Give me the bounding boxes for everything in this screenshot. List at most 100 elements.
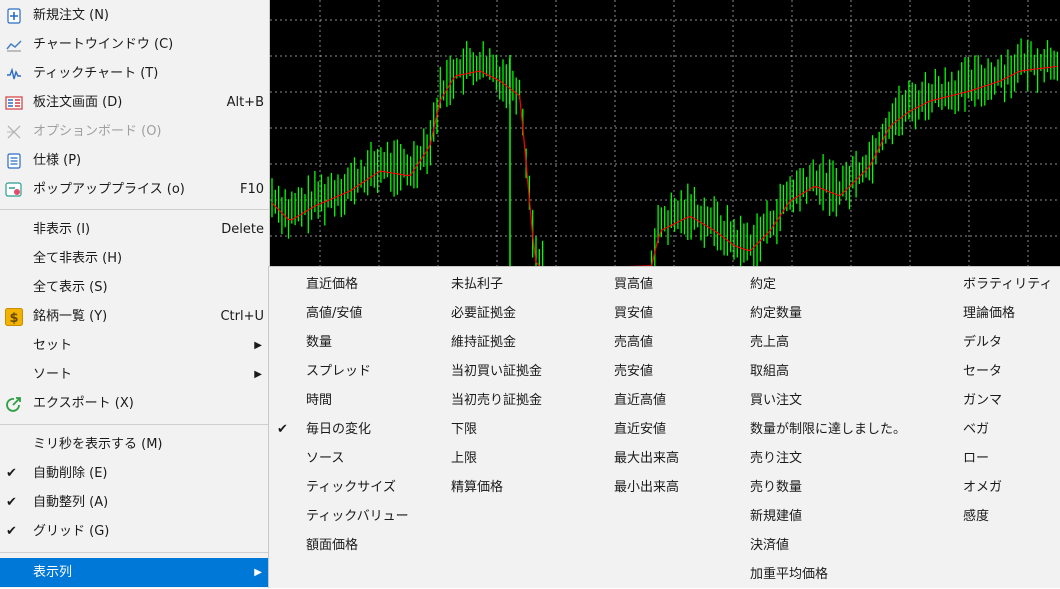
column-option[interactable]: 売り注文: [750, 444, 906, 473]
submenu-arrow-icon: ▶: [254, 567, 262, 578]
column-option-label: 売上高: [750, 335, 790, 350]
chart-window-icon: [5, 36, 23, 54]
column-option[interactable]: 維持証拠金: [451, 328, 542, 357]
column-option-label: デルタ: [963, 335, 1003, 350]
svg-text:$: $: [9, 311, 18, 326]
menu-item-columns[interactable]: 表示列 ▶: [0, 558, 269, 587]
column-option[interactable]: 直近価格: [306, 270, 409, 299]
column-option[interactable]: 売り数量: [750, 473, 906, 502]
column-option[interactable]: 取組高: [750, 357, 906, 386]
column-group-1: 直近価格高値/安値 数量 スプレッド時間 ✔ 毎日の変化 ソース ティックサイズ ティックバリ…: [277, 270, 409, 560]
column-option[interactable]: 理論価格: [963, 299, 1052, 328]
column-option[interactable]: 感度: [963, 502, 1052, 531]
column-option-label: 売高値: [614, 335, 654, 350]
column-option[interactable]: 精算価格: [451, 473, 542, 502]
menu-item-label: 表示列: [33, 565, 73, 580]
column-option[interactable]: 高値/安値: [306, 299, 409, 328]
menu-item-order-book[interactable]: 板注文画面 (D) Alt+B: [0, 88, 269, 117]
shortcut-label: Delete: [221, 222, 264, 237]
tick-chart-icon: [5, 65, 23, 83]
menu-item-hide[interactable]: 非表示 (I) Delete: [0, 215, 269, 244]
option-board-icon: [5, 123, 23, 141]
column-option[interactable]: 数量が制限に達しました。: [750, 415, 906, 444]
menu-item-grid[interactable]: ✔ グリッド (G): [0, 517, 269, 546]
menu-item-show-milliseconds[interactable]: ミリ秒を表示する (M): [0, 430, 269, 459]
column-option-label: ロー: [963, 451, 990, 466]
check-icon: ✔: [6, 524, 17, 539]
menu-item-label: オプションボード (O): [33, 124, 162, 139]
column-option[interactable]: 当初売り証拠金: [451, 386, 542, 415]
column-option[interactable]: 必要証拠金: [451, 299, 542, 328]
column-option[interactable]: ボラティリティ: [963, 270, 1052, 299]
column-option[interactable]: ティックサイズ: [306, 473, 409, 502]
column-option[interactable]: ベガ: [963, 415, 1052, 444]
column-option[interactable]: 加重平均価格: [750, 560, 906, 589]
column-option[interactable]: 当初買い証拠金: [451, 357, 542, 386]
column-option[interactable]: ロー: [963, 444, 1052, 473]
column-option[interactable]: 約定数量: [750, 299, 906, 328]
column-option[interactable]: 買高値: [614, 270, 679, 299]
shortcut-label: Ctrl+U: [220, 309, 264, 324]
column-option[interactable]: 約定: [750, 270, 906, 299]
column-option[interactable]: 買安値: [614, 299, 679, 328]
shortcut-label: Alt+B: [226, 95, 264, 110]
menu-item-label: 銘柄一覧 (Y): [33, 309, 108, 324]
menu-item-set[interactable]: セット ▶: [0, 331, 269, 360]
menu-item-auto-arrange[interactable]: ✔ 自動整列 (A): [0, 488, 269, 517]
column-option[interactable]: 売上高: [750, 328, 906, 357]
menu-item-label: ティックチャート (T): [33, 66, 159, 81]
menu-item-auto-delete[interactable]: ✔ 自動削除 (E): [0, 459, 269, 488]
menu-item-chart-window[interactable]: チャートウインドウ (C): [0, 30, 269, 59]
menu-item-option-board[interactable]: オプションボード (O): [0, 117, 269, 146]
column-option[interactable]: 額面価格: [306, 531, 409, 560]
column-option[interactable]: 買い注文: [750, 386, 906, 415]
column-option[interactable]: ✔ 毎日の変化: [277, 415, 409, 444]
column-option[interactable]: スプレッド: [306, 357, 409, 386]
column-option[interactable]: 決済値: [750, 531, 906, 560]
column-option[interactable]: 数量: [306, 328, 409, 357]
column-group-5: ボラティリティ 理論価格デルタセータ ガンマベガローオメガ感度: [963, 270, 1052, 531]
specification-icon: [5, 152, 23, 170]
popup-price-icon: [5, 181, 23, 199]
column-option[interactable]: ソース: [306, 444, 409, 473]
column-option[interactable]: 下限: [451, 415, 542, 444]
column-option[interactable]: 直近高値: [614, 386, 679, 415]
chart-canvas: [270, 0, 1060, 266]
column-option[interactable]: 上限: [451, 444, 542, 473]
menu-item-tick-chart[interactable]: ティックチャート (T): [0, 59, 269, 88]
column-option[interactable]: 最小出来高: [614, 473, 679, 502]
column-option[interactable]: 直近安値: [614, 415, 679, 444]
column-option[interactable]: 最大出来高: [614, 444, 679, 473]
column-option[interactable]: デルタ: [963, 328, 1052, 357]
column-option[interactable]: 時間: [306, 386, 409, 415]
column-option-label: 上限: [451, 451, 478, 466]
menu-item-popup-price[interactable]: ポップアッププライス (o) F10: [0, 175, 269, 204]
column-option-label: 時間: [306, 393, 333, 408]
menu-item-specification[interactable]: 仕様 (P): [0, 146, 269, 175]
column-option-label: オメガ: [963, 480, 1003, 495]
column-option[interactable]: 未払利子: [451, 270, 542, 299]
column-option-label: ボラティリティ: [963, 277, 1053, 292]
menu-item-symbol-list[interactable]: $ 銘柄一覧 (Y) Ctrl+U: [0, 302, 269, 331]
menu-item-export[interactable]: エクスポート (X): [0, 389, 269, 418]
column-option[interactable]: 売高値: [614, 328, 679, 357]
column-option-label: 加重平均価格: [750, 567, 829, 582]
column-option[interactable]: セータ: [963, 357, 1052, 386]
price-chart[interactable]: [270, 0, 1060, 266]
column-option[interactable]: ティックバリュー: [306, 502, 409, 531]
menu-item-show-all[interactable]: 全て表示 (S): [0, 273, 269, 302]
column-option[interactable]: 新規建値: [750, 502, 906, 531]
menu-item-sort[interactable]: ソート ▶: [0, 360, 269, 389]
menu-item-label: 全て非表示 (H): [33, 251, 123, 266]
column-option[interactable]: ガンマ: [963, 386, 1052, 415]
column-option-label: 直近価格: [306, 277, 359, 292]
column-option[interactable]: オメガ: [963, 473, 1052, 502]
menu-item-new-order[interactable]: 新規注文 (N): [0, 1, 269, 30]
check-icon: ✔: [6, 466, 17, 481]
menu-item-hide-all[interactable]: 全て非表示 (H): [0, 244, 269, 273]
column-option[interactable]: 売安値: [614, 357, 679, 386]
column-option-label: ベガ: [963, 422, 990, 437]
column-option-label: 理論価格: [963, 306, 1016, 321]
column-option-label: 直近安値: [614, 422, 667, 437]
menu-item-label: セット: [33, 338, 73, 353]
